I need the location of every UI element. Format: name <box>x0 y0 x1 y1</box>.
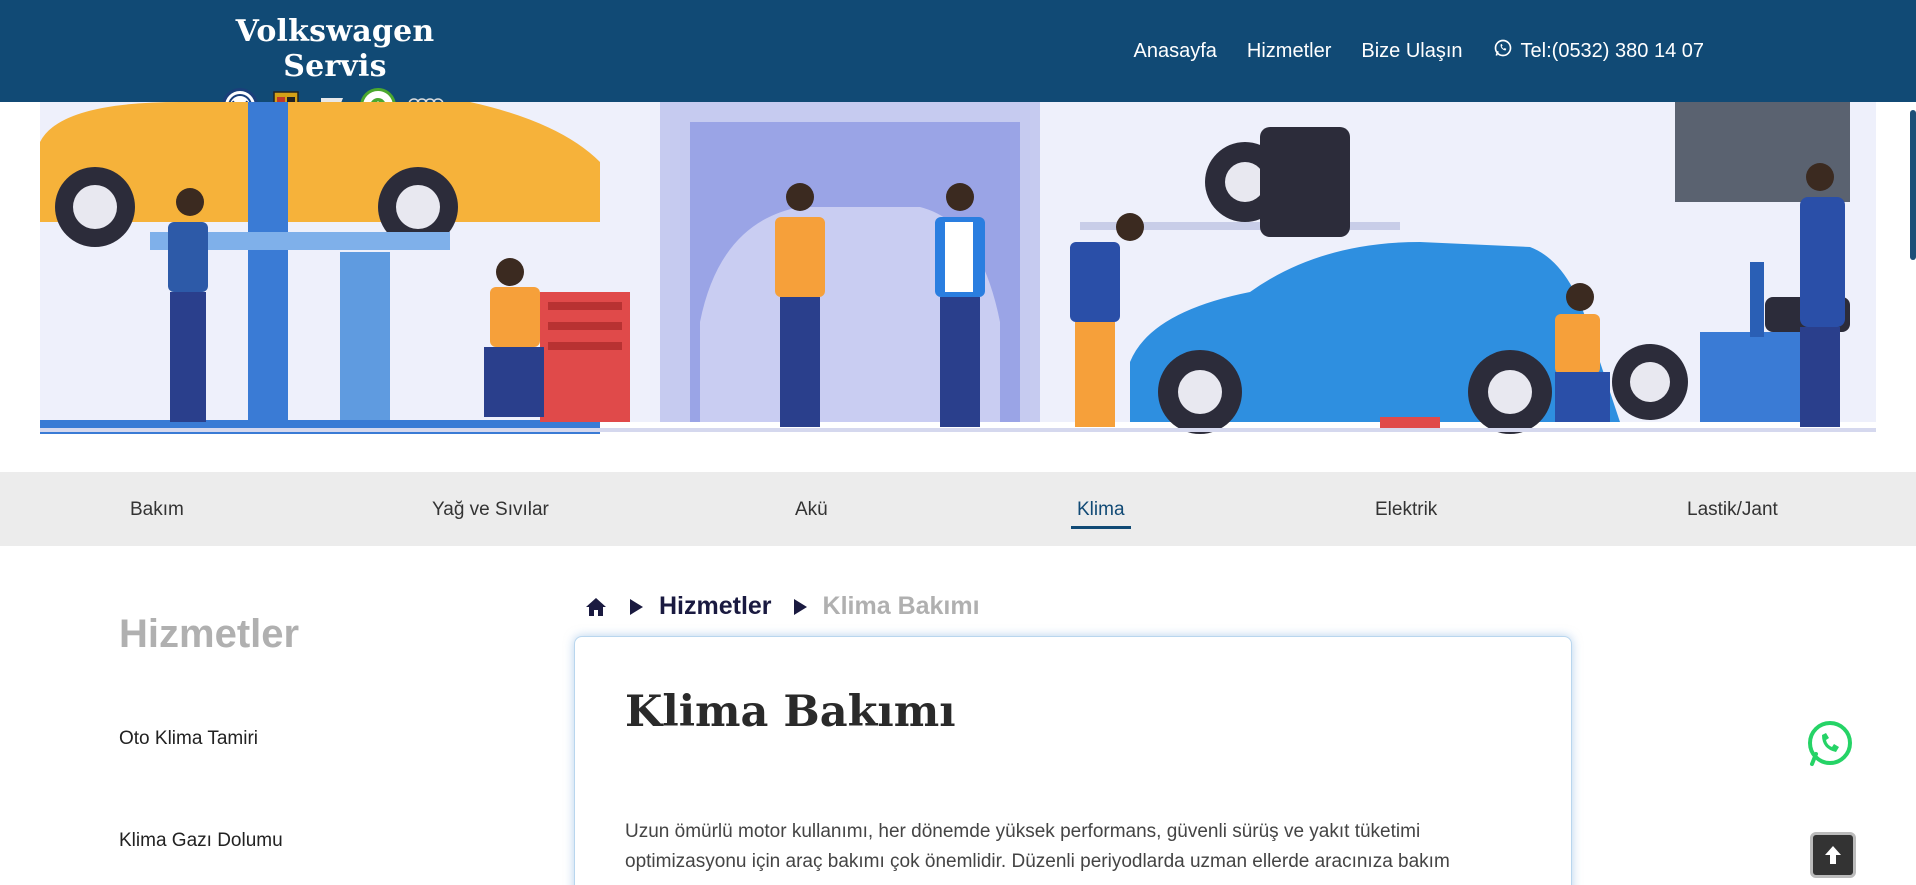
tab-bakim[interactable]: Bakım <box>130 499 184 521</box>
main-nav: Anasayfa Hizmetler Bize Ulaşın Tel:(0532… <box>1134 38 1704 64</box>
content-card: Klima Bakımı Uzun ömürlü motor kullanımı… <box>574 636 1572 885</box>
brand-title[interactable]: Volkswagen Servis <box>190 14 480 84</box>
hero-banner-illustration <box>0 102 1916 472</box>
breadcrumb-current: Klima Bakımı <box>822 592 980 620</box>
arrow-up-icon <box>1825 846 1841 864</box>
tab-yag-ve-sivilar[interactable]: Yağ ve Sıvılar <box>432 499 549 521</box>
nav-bize-ulasin[interactable]: Bize Ulaşın <box>1361 40 1462 63</box>
nav-phone[interactable]: Tel:(0532) 380 14 07 <box>1493 38 1704 64</box>
scrollbar[interactable] <box>1910 110 1916 260</box>
service-tabs: Bakım Yağ ve Sıvılar Akü Klima Elektrik … <box>0 472 1916 546</box>
tab-klima[interactable]: Klima <box>1071 499 1130 529</box>
article-body: Uzun ömürlü motor kullanımı, her dönemde… <box>625 821 1450 872</box>
breadcrumb-separator-icon <box>793 598 807 615</box>
phone-label: Tel:(0532) 380 14 07 <box>1520 39 1704 62</box>
nav-anasayfa[interactable]: Anasayfa <box>1134 40 1217 63</box>
scroll-to-top-button[interactable] <box>1810 832 1856 878</box>
breadcrumb-separator-icon <box>630 598 643 615</box>
nav-hizmetler[interactable]: Hizmetler <box>1247 40 1331 63</box>
top-navbar: Volkswagen Servis Anasayfa Hizmetler Biz… <box>0 0 1916 124</box>
tab-aku[interactable]: Akü <box>795 499 828 521</box>
home-icon[interactable] <box>584 595 608 619</box>
page-title: Klima Bakımı <box>625 687 956 737</box>
sidebar-title: Hizmetler <box>119 612 300 656</box>
breadcrumb-hizmetler[interactable]: Hizmetler <box>659 592 772 621</box>
whatsapp-float-button[interactable] <box>1804 718 1856 770</box>
tab-elektrik[interactable]: Elektrik <box>1375 499 1437 521</box>
whatsapp-icon <box>1493 38 1513 64</box>
breadcrumb: Hizmetler Klima Bakımı <box>584 592 980 621</box>
tab-lastik-jant[interactable]: Lastik/Jant <box>1687 499 1778 521</box>
sidebar-item-klima-gazi-dolumu[interactable]: Klima Gazı Dolumu <box>119 830 283 852</box>
whatsapp-icon <box>1808 721 1852 766</box>
sidebar-item-oto-klima-tamiri[interactable]: Oto Klima Tamiri <box>119 728 258 750</box>
